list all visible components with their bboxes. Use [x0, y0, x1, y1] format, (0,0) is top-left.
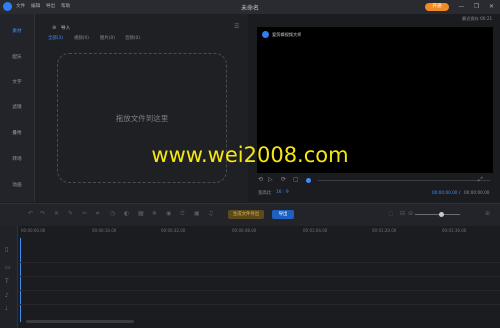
track-gutter [0, 226, 18, 328]
record-icon[interactable]: ◉ [166, 210, 171, 217]
undo-icon[interactable]: ↶ [28, 210, 33, 217]
redo-icon[interactable]: ↷ [40, 210, 45, 217]
tick-label: 00:01:20.00 [372, 228, 397, 233]
preview-title: 爱剪辑视频大师 [272, 32, 302, 37]
tab-video[interactable]: 视频(0) [74, 35, 89, 41]
sidebar-item-animation[interactable]: 动画 [0, 182, 34, 188]
track-divider [18, 304, 500, 305]
sidebar-item-overlay[interactable]: 叠附 [0, 130, 34, 136]
sidebar-item-media[interactable]: 素材 [0, 28, 34, 34]
tick-label: 00:00:00.00 [21, 228, 46, 233]
image-track-icon: ▭ [5, 264, 11, 271]
music-track-icon: ♪ [5, 292, 9, 299]
time-current: 00:00:00.00 [432, 190, 458, 195]
color-icon[interactable]: ◐ [124, 210, 129, 217]
aspect-label: 宽高比 [258, 191, 272, 196]
import-label[interactable]: 导入 [61, 25, 70, 31]
freeze-icon[interactable]: ❄ [152, 210, 157, 217]
tick-label: 00:00:32.00 [161, 228, 186, 233]
delete-icon[interactable]: ✕ [54, 210, 59, 217]
track-divider [18, 262, 500, 263]
watermark: www.wei2008.com [151, 143, 349, 167]
time-total: 00:00:00.00 [464, 190, 490, 195]
mic-icon[interactable]: ◌ [388, 210, 393, 217]
fullscreen-icon[interactable]: ⤢ [478, 176, 483, 184]
timeline-scrollbar[interactable] [26, 320, 134, 323]
sidebar-item-music[interactable]: 配乐 [0, 54, 34, 60]
mosaic-icon[interactable]: ▦ [138, 210, 144, 217]
seek-bar[interactable] [318, 180, 490, 181]
zoom-handle[interactable] [439, 212, 444, 217]
minimize-icon[interactable]: — [457, 2, 466, 11]
play-icon[interactable]: ▷ [268, 176, 273, 183]
export-button[interactable]: 导出 [272, 210, 294, 219]
sidebar-item-filter[interactable]: 滤镜 [0, 104, 34, 110]
stop-icon[interactable]: ▢ [293, 176, 299, 183]
prev-frame-icon[interactable]: ⟲ [258, 176, 263, 183]
list-view-icon[interactable]: ☰ [234, 23, 239, 30]
fit-icon[interactable]: ⊟ [400, 210, 405, 217]
tick-label: 00:00:48.00 [232, 228, 257, 233]
timeline-ruler[interactable] [18, 228, 500, 238]
tick-label: 00:01:04.00 [303, 228, 328, 233]
close-icon[interactable]: ✕ [487, 2, 496, 11]
track-divider [18, 276, 500, 277]
cut-icon[interactable]: ✂ [82, 210, 87, 217]
preview-logo-icon [262, 31, 269, 38]
zoom-in-icon[interactable]: ⊕ [485, 210, 490, 217]
track-divider [18, 290, 500, 291]
tts-icon[interactable]: ♫ [208, 210, 213, 217]
text-track-icon: T [5, 278, 9, 285]
edit-icon[interactable]: ✎ [68, 210, 73, 217]
tab-image[interactable]: 图片(0) [100, 35, 115, 41]
playhead[interactable] [20, 238, 21, 322]
voice-track-icon: ♩ [5, 305, 8, 312]
recent-save-label: 最近保存 00:21 [462, 16, 493, 21]
video-track-icon: ▯ [5, 246, 9, 253]
tab-all[interactable]: 全部(3) [48, 35, 63, 41]
tab-audio[interactable]: 音频(0) [125, 35, 140, 41]
zoom-slider[interactable] [415, 214, 460, 215]
vip-button[interactable]: 开通 [425, 3, 449, 11]
crop-icon[interactable]: ⌗ [96, 210, 99, 218]
zoom-out-icon[interactable]: ⊖ [408, 210, 413, 217]
mask-icon[interactable]: ▣ [194, 210, 200, 217]
drop-hint: 拖放文件到这里 [115, 114, 169, 123]
import-icon[interactable]: ⊕ [52, 25, 56, 31]
aspect-value[interactable]: 16 : 9 [276, 190, 289, 195]
sidebar-item-text[interactable]: 文字 [0, 79, 34, 85]
tick-label: 00:00:16.00 [92, 228, 117, 233]
tick-label: 00:01:36.00 [442, 228, 467, 233]
timeline [0, 226, 500, 328]
speed-icon[interactable]: ◷ [110, 210, 115, 217]
duration-icon[interactable]: ⏱ [180, 210, 185, 218]
next-frame-icon[interactable]: ⟳ [281, 176, 286, 183]
generate-export-button[interactable]: 生成文件导出 [228, 210, 264, 219]
seek-handle[interactable] [306, 178, 311, 183]
time-separator: / [459, 190, 461, 195]
maximize-icon[interactable]: ❐ [472, 2, 481, 11]
